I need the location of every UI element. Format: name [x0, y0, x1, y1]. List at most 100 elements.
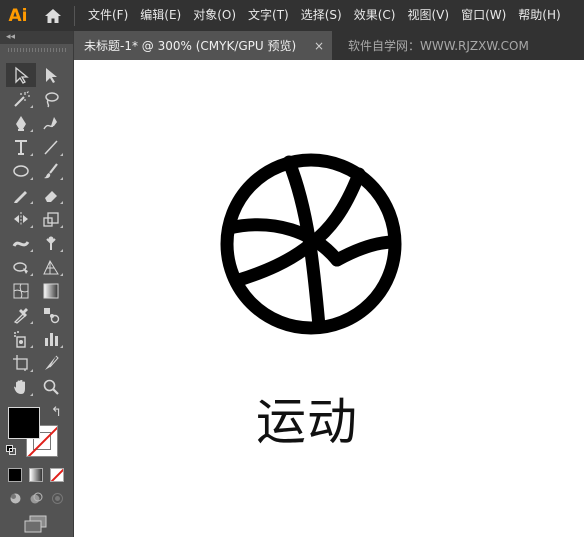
- tool-group-indicator: [30, 129, 33, 132]
- menu-items: 文件(F) 编辑(E) 对象(O) 文字(T) 选择(S) 效果(C) 视图(V) 窗口(W)…: [84, 0, 567, 31]
- width-tool-button[interactable]: [6, 231, 36, 255]
- fill-swatch[interactable]: [8, 407, 40, 439]
- color-mode-button[interactable]: [8, 468, 22, 482]
- tool-group-indicator: [60, 177, 63, 180]
- curvature-tool-button[interactable]: [36, 111, 66, 135]
- menu-item[interactable]: 窗口(W): [455, 0, 512, 31]
- artboard-tool-icon: [13, 355, 28, 371]
- draw-behind-icon[interactable]: [29, 491, 44, 506]
- menu-separator: [74, 5, 75, 26]
- magic-wand-tool-icon: [14, 91, 30, 107]
- tool-group-indicator: [60, 345, 63, 348]
- tool-group-indicator: [30, 345, 33, 348]
- shape-builder-tool-icon: [13, 262, 28, 274]
- draw-inside-icon[interactable]: [50, 491, 65, 506]
- tool-group-indicator: [60, 249, 63, 252]
- selection-tool-icon: [15, 66, 29, 84]
- menu-item[interactable]: 编辑(E): [134, 0, 187, 31]
- swap-fill-stroke-icon[interactable]: ↰: [51, 405, 62, 420]
- curvature-tool-icon: [43, 117, 57, 130]
- zoom-tool-button[interactable]: [36, 375, 66, 399]
- line-segment-tool-icon: [44, 140, 58, 155]
- lasso-tool-icon: [45, 92, 59, 108]
- mesh-tool-button[interactable]: [6, 279, 36, 303]
- hand-tool-icon: [14, 380, 25, 394]
- column-graph-tool-button[interactable]: [36, 327, 66, 351]
- draw-normal-icon[interactable]: [8, 491, 23, 506]
- screen-mode-icon[interactable]: [24, 515, 48, 533]
- artboard-canvas[interactable]: 运动: [74, 60, 584, 537]
- home-button[interactable]: [36, 0, 70, 31]
- tool-group-indicator: [30, 273, 33, 276]
- tool-grid: [6, 63, 66, 399]
- type-tool-button[interactable]: [6, 135, 36, 159]
- eraser-tool-button[interactable]: [36, 183, 66, 207]
- pen-tool-button[interactable]: [6, 111, 36, 135]
- gradient-mode-button[interactable]: [29, 468, 43, 482]
- artboard-caption: 运动: [256, 393, 358, 451]
- collapse-panel-icon[interactable]: ◂◂: [6, 31, 15, 44]
- zoom-tool-icon: [43, 379, 59, 395]
- ellipse-tool-icon: [13, 165, 29, 177]
- fill-stroke-controls: ↰: [6, 403, 66, 463]
- tool-group-indicator: [30, 321, 33, 324]
- menu-item[interactable]: 帮助(H): [512, 0, 566, 31]
- drawing-mode-row: [8, 491, 65, 506]
- shape-builder-tool-button[interactable]: [6, 255, 36, 279]
- tool-group-indicator: [30, 225, 33, 228]
- menu-item[interactable]: 文字(T): [242, 0, 295, 31]
- tools-panel-header: ◂◂: [0, 31, 73, 44]
- paintbrush-tool-button[interactable]: [36, 159, 66, 183]
- symbol-sprayer-tool-button[interactable]: [6, 327, 36, 351]
- slice-tool-icon: [45, 355, 59, 370]
- lasso-tool-button[interactable]: [36, 87, 66, 111]
- selection-tool-button[interactable]: [6, 63, 36, 87]
- blend-tool-button[interactable]: [36, 303, 66, 327]
- pencil-tool-button[interactable]: [6, 183, 36, 207]
- ellipse-tool-button[interactable]: [6, 159, 36, 183]
- default-fill-stroke-icon[interactable]: [6, 445, 16, 455]
- document-tab-bar: 未标题-1* @ 300% (CMYK/GPU 预览) × 软件自学网：WWW.…: [74, 31, 584, 60]
- tool-group-indicator: [30, 249, 33, 252]
- basketball-icon[interactable]: [219, 152, 403, 336]
- menu-item[interactable]: 选择(S): [295, 0, 348, 31]
- app-logo: Ai: [8, 5, 28, 26]
- tab-watermark[interactable]: 软件自学网：WWW.RJZXW.COM: [332, 31, 529, 60]
- scale-tool-button[interactable]: [36, 207, 66, 231]
- magic-wand-tool-button[interactable]: [6, 87, 36, 111]
- direct-selection-tool-button[interactable]: [36, 63, 66, 87]
- scale-tool-icon: [43, 212, 59, 227]
- eyedropper-tool-button[interactable]: [6, 303, 36, 327]
- column-graph-tool-icon: [45, 333, 58, 346]
- width-tool-icon: [12, 241, 30, 247]
- reflect-tool-button[interactable]: [6, 207, 36, 231]
- tool-group-indicator: [30, 369, 33, 372]
- menu-item[interactable]: 文件(F): [84, 0, 134, 31]
- menu-item[interactable]: 视图(V): [401, 0, 455, 31]
- puppet-warp-tool-icon: [46, 236, 56, 250]
- color-mode-row: [8, 468, 64, 482]
- perspective-grid-tool-icon: [43, 259, 59, 275]
- tab-document[interactable]: 未标题-1* @ 300% (CMYK/GPU 预览) ×: [74, 31, 332, 60]
- perspective-grid-tool-button[interactable]: [36, 255, 66, 279]
- puppet-warp-tool-button[interactable]: [36, 231, 66, 255]
- none-mode-button[interactable]: [50, 468, 64, 482]
- mesh-tool-icon: [13, 283, 29, 299]
- hand-tool-button[interactable]: [6, 375, 36, 399]
- blend-tool-icon: [44, 308, 60, 324]
- type-tool-icon: [15, 140, 27, 155]
- tool-group-indicator: [30, 177, 33, 180]
- menu-item[interactable]: 效果(C): [348, 0, 402, 31]
- direct-selection-tool-icon: [46, 68, 57, 83]
- menu-item[interactable]: 对象(O): [187, 0, 242, 31]
- paintbrush-tool-icon: [44, 163, 58, 179]
- gradient-tool-button[interactable]: [36, 279, 66, 303]
- line-segment-tool-button[interactable]: [36, 135, 66, 159]
- close-tab-icon[interactable]: ×: [306, 39, 324, 53]
- tool-group-indicator: [30, 393, 33, 396]
- slice-tool-button[interactable]: [36, 351, 66, 375]
- artboard-tool-button[interactable]: [6, 351, 36, 375]
- panel-grip[interactable]: [8, 48, 66, 52]
- home-icon: [45, 8, 61, 23]
- tools-panel: ◂◂ ↰: [0, 31, 74, 537]
